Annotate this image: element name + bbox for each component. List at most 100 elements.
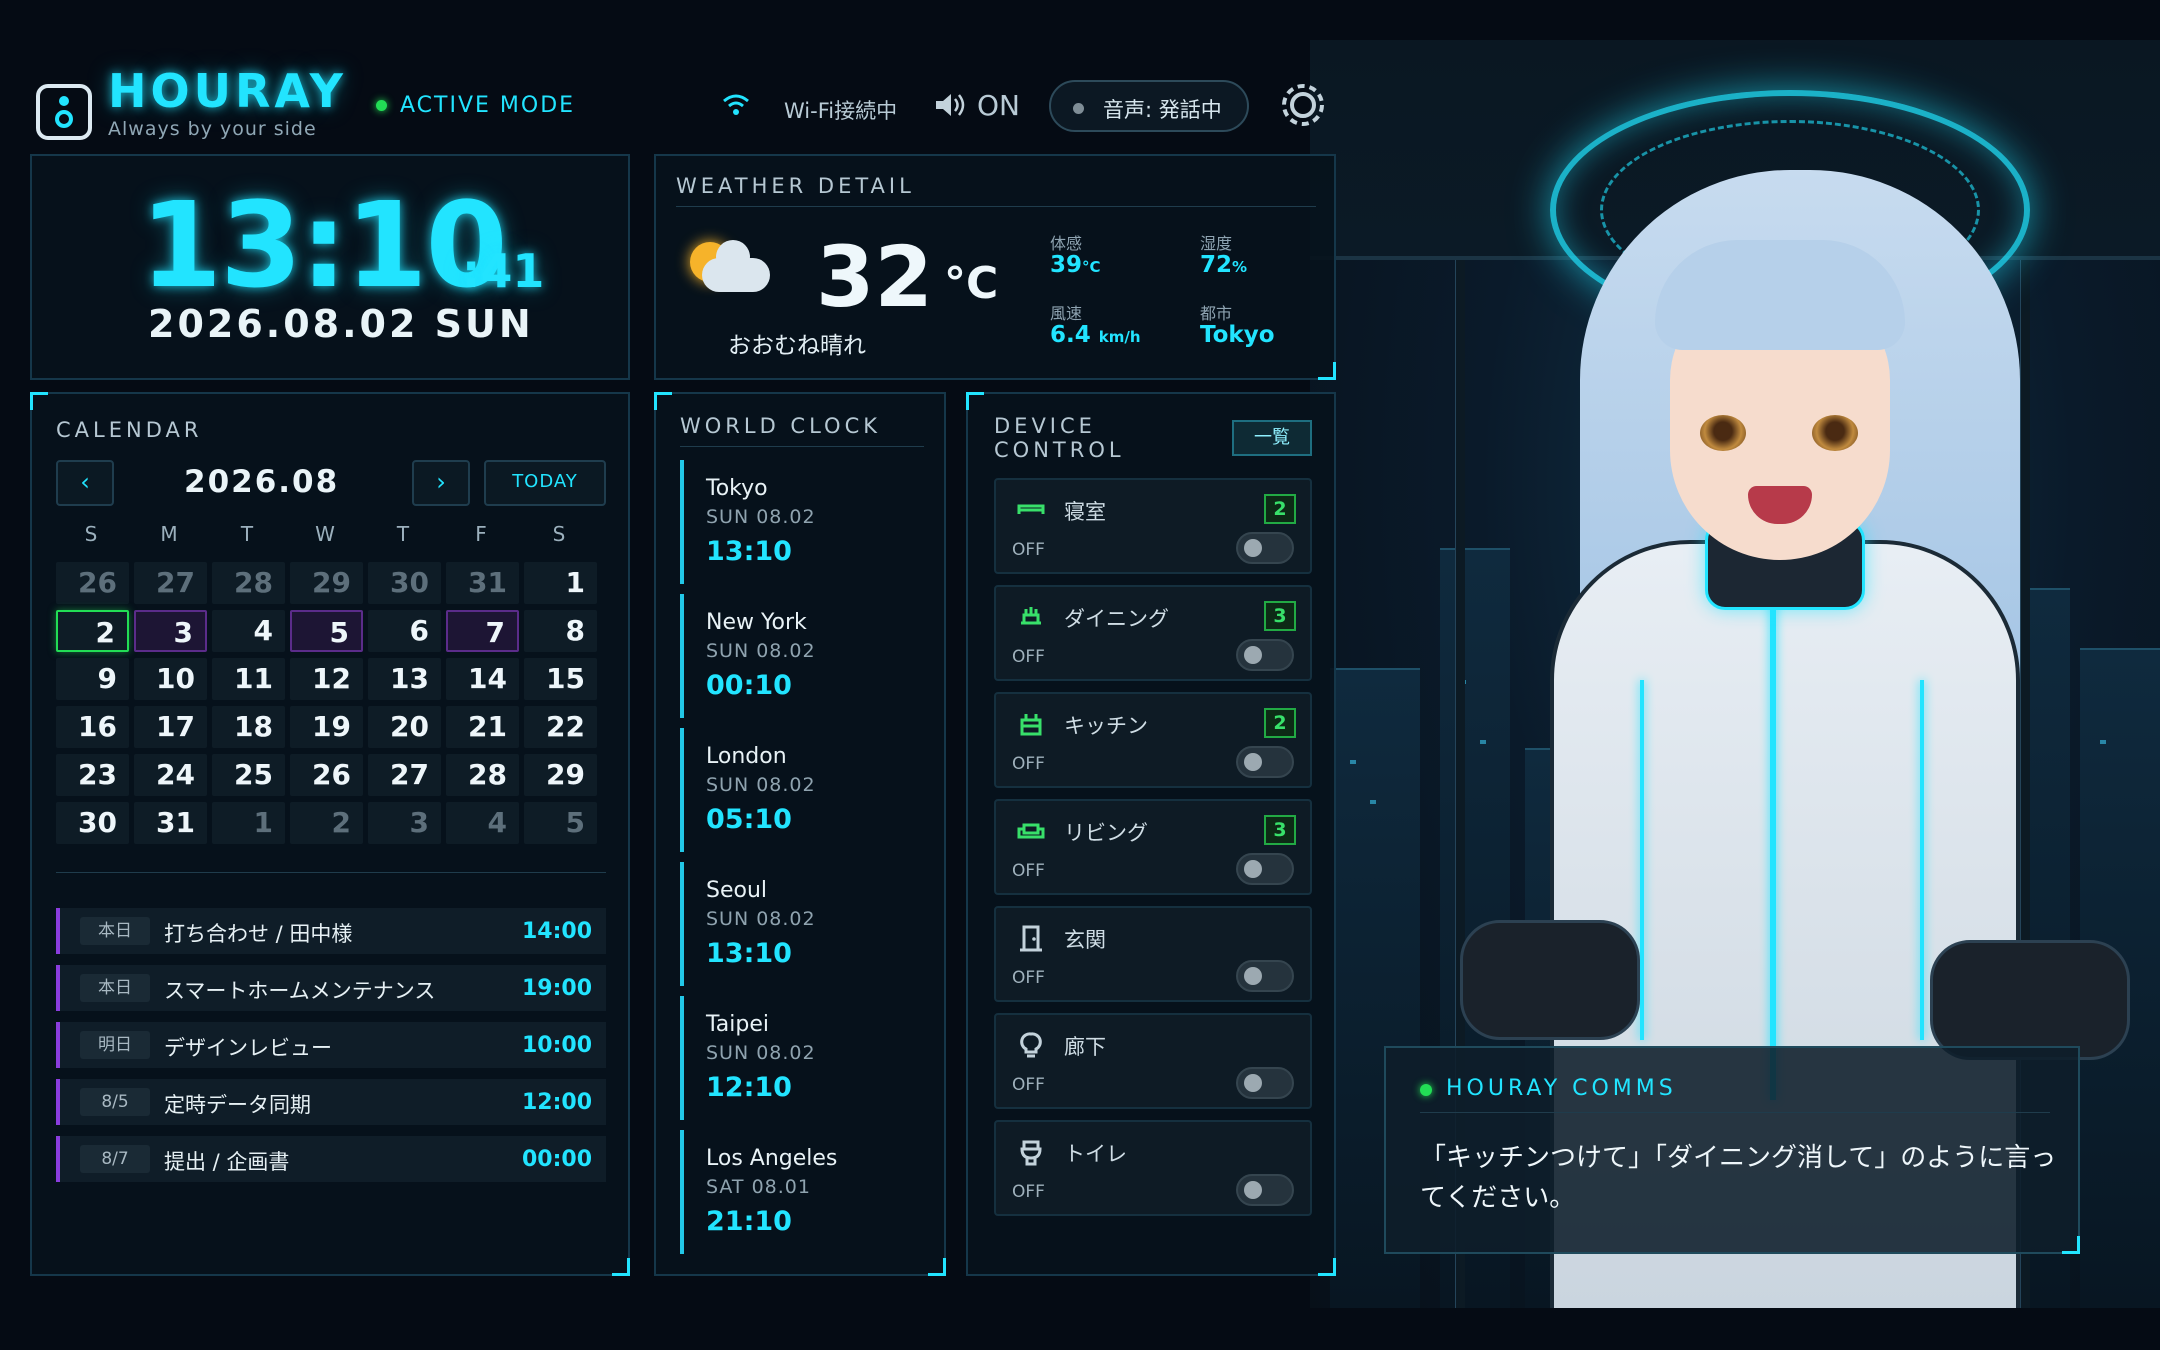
device-card[interactable]: ダイニング OFF 3	[994, 585, 1312, 681]
device-state: OFF	[1012, 540, 1045, 560]
event-row[interactable]: 明日 デザインレビュー 10:00	[56, 1022, 606, 1068]
event-row[interactable]: 8/5 定時データ同期 12:00	[56, 1079, 606, 1125]
world-clock-date: SAT 08.01	[706, 1176, 811, 1198]
wind-label: 風速	[1050, 304, 1083, 323]
device-card[interactable]: キッチン OFF 2	[994, 692, 1312, 788]
calendar-day[interactable]: 28	[212, 562, 285, 604]
prev-month-button[interactable]: ‹	[56, 460, 114, 506]
device-toggle[interactable]	[1236, 960, 1294, 992]
calendar-day[interactable]: 31	[446, 562, 519, 604]
calendar-day[interactable]: 1	[212, 802, 285, 844]
event-row[interactable]: 8/7 提出 / 企画書 00:00	[56, 1136, 606, 1182]
calendar-day[interactable]: 23	[56, 754, 129, 796]
calendar-title: CALENDAR	[56, 418, 203, 442]
event-day-tag: 明日	[80, 1031, 150, 1059]
calendar-day[interactable]: 6	[368, 610, 441, 652]
voice-dot	[1073, 103, 1084, 114]
calendar-day[interactable]: 16	[56, 706, 129, 748]
calendar-day[interactable]: 27	[134, 562, 207, 604]
calendar-day[interactable]: 13	[368, 658, 441, 700]
calendar-day[interactable]: 9	[56, 658, 129, 700]
event-time: 10:00	[521, 1033, 592, 1058]
calendar-day[interactable]: 5	[524, 802, 597, 844]
device-toggle[interactable]	[1236, 532, 1294, 564]
calendar-day[interactable]: 1	[524, 562, 597, 604]
world-clock-time: 00:10	[706, 670, 792, 701]
calendar-day[interactable]: 17	[134, 706, 207, 748]
clock-panel: 13:10 :41 2026.08.02 SUN	[30, 154, 630, 380]
device-toggle[interactable]	[1236, 1174, 1294, 1206]
event-row[interactable]: 本日 打ち合わせ / 田中様 14:00	[56, 908, 606, 954]
calendar-day[interactable]: 25	[212, 754, 285, 796]
world-clock-date: SUN 08.02	[706, 774, 816, 796]
calendar-day[interactable]: 27	[368, 754, 441, 796]
calendar-day[interactable]: 31	[134, 802, 207, 844]
next-month-button[interactable]: ›	[412, 460, 470, 506]
weekday-label: S	[84, 522, 98, 546]
device-toggle[interactable]	[1236, 639, 1294, 671]
calendar-month: 2026.08	[184, 464, 340, 500]
comms-title: HOURAY COMMS	[1446, 1076, 1677, 1101]
event-time: 12:00	[521, 1090, 592, 1115]
world-clock-time: 12:10	[706, 1072, 792, 1103]
today-button[interactable]: TODAY	[484, 460, 606, 506]
calendar-day[interactable]: 20	[368, 706, 441, 748]
calendar-day[interactable]: 7	[446, 610, 519, 652]
calendar-day[interactable]: 26	[56, 562, 129, 604]
device-card[interactable]: 廊下 OFF	[994, 1013, 1312, 1109]
device-state: OFF	[1012, 1182, 1045, 1202]
calendar-day[interactable]: 15	[524, 658, 597, 700]
current-seconds: :41	[462, 244, 545, 298]
world-clock-time: 05:10	[706, 804, 792, 835]
world-clock-city: Taipei	[706, 1012, 770, 1037]
wifi-icon[interactable]	[722, 92, 750, 118]
current-time: 13:10	[140, 176, 508, 314]
calendar-day[interactable]: 2	[290, 802, 363, 844]
calendar-day[interactable]: 28	[446, 754, 519, 796]
device-card[interactable]: 寝室 OFF 2	[994, 478, 1312, 574]
device-toggle[interactable]	[1236, 1067, 1294, 1099]
device-card[interactable]: トイレ OFF	[994, 1120, 1312, 1216]
calendar-day[interactable]: 12	[290, 658, 363, 700]
event-time: 00:00	[521, 1147, 592, 1172]
calendar-day[interactable]: 18	[212, 706, 285, 748]
calendar-day[interactable]: 4	[446, 802, 519, 844]
comms-message: 「キッチンつけて」「ダイニング消して」のように言ってください。	[1420, 1143, 2057, 1213]
calendar-day[interactable]: 24	[134, 754, 207, 796]
event-row[interactable]: 本日 スマートホームメンテナンス 19:00	[56, 965, 606, 1011]
calendar-day[interactable]: 19	[290, 706, 363, 748]
calendar-day[interactable]: 30	[56, 802, 129, 844]
device-state: OFF	[1012, 1075, 1045, 1095]
world-clock-city: New York	[706, 610, 807, 635]
calendar-day[interactable]: 10	[134, 658, 207, 700]
feels-like-label: 体感	[1050, 234, 1083, 253]
calendar-day[interactable]: 4	[212, 610, 285, 652]
voice-status-pill[interactable]: 音声: 発話中	[1049, 80, 1249, 132]
calendar-day[interactable]: 3	[368, 802, 441, 844]
calendar-day[interactable]: 3	[134, 610, 207, 652]
calendar-day[interactable]: 5	[290, 610, 363, 652]
gear-icon[interactable]	[1276, 78, 1330, 132]
calendar-day[interactable]: 14	[446, 658, 519, 700]
character-gauntlet	[1930, 940, 2130, 1060]
device-toggle[interactable]	[1236, 853, 1294, 885]
event-time: 19:00	[521, 976, 592, 1001]
calendar-day[interactable]: 29	[524, 754, 597, 796]
device-state: OFF	[1012, 647, 1045, 667]
speaker-icon[interactable]	[933, 90, 967, 120]
device-card[interactable]: 玄関 OFF	[994, 906, 1312, 1002]
device-card[interactable]: リビング OFF 3	[994, 799, 1312, 895]
calendar-day[interactable]: 30	[368, 562, 441, 604]
calendar-day[interactable]: 8	[524, 610, 597, 652]
device-list-button[interactable]: 一覧	[1232, 420, 1312, 456]
calendar-day[interactable]: 11	[212, 658, 285, 700]
calendar-day[interactable]: 26	[290, 754, 363, 796]
bulb-icon	[1020, 1032, 1042, 1058]
calendar-day[interactable]: 21	[446, 706, 519, 748]
device-toggle[interactable]	[1236, 746, 1294, 778]
world-clock-title: WORLD CLOCK	[680, 414, 882, 438]
calendar-day[interactable]: 2	[56, 610, 129, 652]
calendar-day[interactable]: 29	[290, 562, 363, 604]
calendar-day[interactable]: 22	[524, 706, 597, 748]
world-clock-entry: London SUN 08.02 05:10	[680, 728, 924, 852]
